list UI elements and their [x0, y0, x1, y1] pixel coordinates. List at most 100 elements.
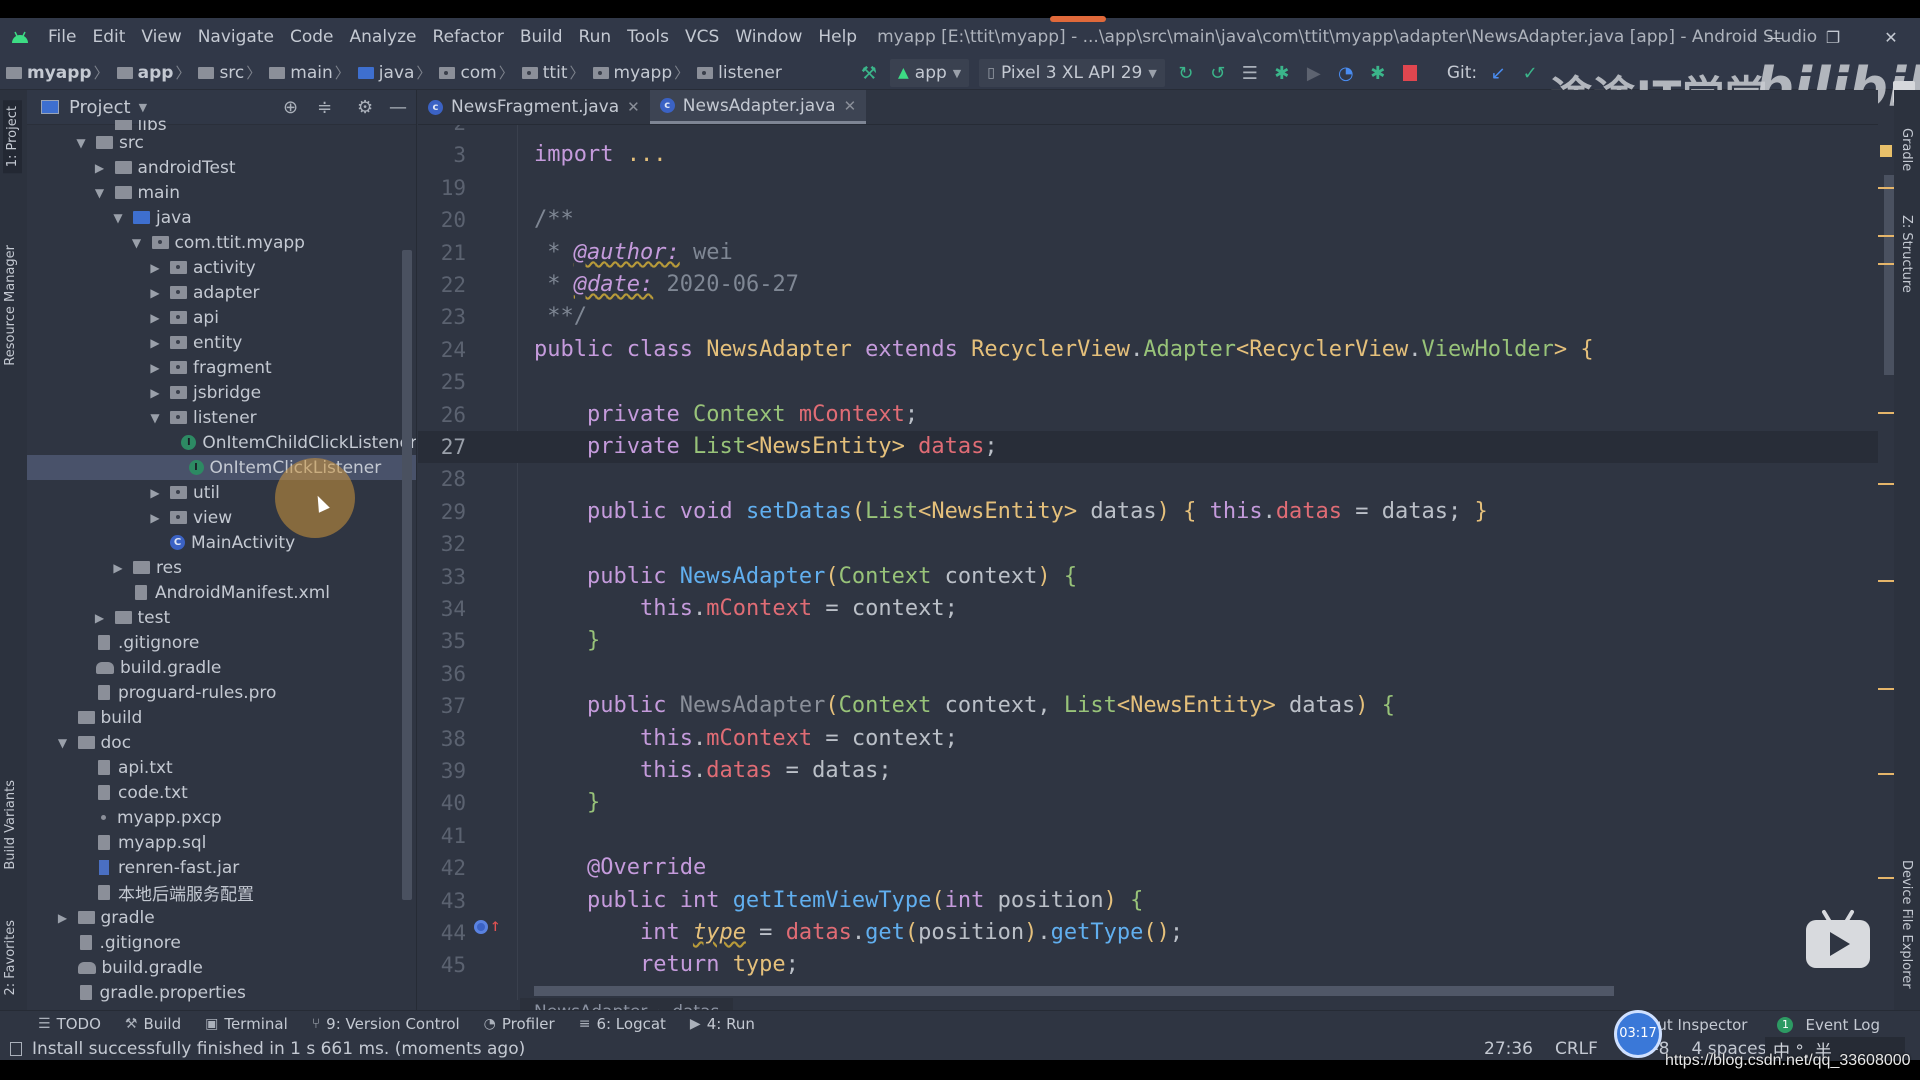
sync-icon[interactable]: ☰ — [1239, 62, 1261, 84]
caret-position[interactable]: 27:36 — [1484, 1039, 1533, 1059]
stripe-marker[interactable] — [1878, 187, 1894, 189]
code-line[interactable]: 29 public void setDatas(List<NewsEntity>… — [418, 496, 1878, 528]
menu-analyze[interactable]: Analyze — [342, 27, 425, 47]
tool-window-button[interactable]: ▣ Terminal — [205, 1015, 288, 1033]
collapse-arrow-icon[interactable]: ▶ — [148, 361, 162, 375]
tool-tab-favorites[interactable]: 2: Favorites — [3, 920, 18, 996]
code-line[interactable]: 44 int type = datas.get(position).getTyp… — [418, 917, 1878, 949]
code-line[interactable]: 2 — [418, 125, 1878, 139]
breadcrumb-item[interactable]: myapp — [0, 63, 92, 83]
editor-tab[interactable]: c NewsFragment.java ✕ — [418, 90, 650, 124]
code-line[interactable]: 21 * @author: wei — [418, 237, 1878, 269]
menu-build[interactable]: Build — [512, 27, 571, 47]
menu-tools[interactable]: Tools — [619, 27, 677, 47]
gear-icon[interactable]: ⚙ — [357, 97, 373, 118]
code-line[interactable]: 20 /** — [418, 204, 1878, 236]
code-line[interactable]: 28 — [418, 463, 1878, 495]
status-message[interactable]: Install successfully finished in 1 s 661… — [10, 1039, 525, 1059]
tree-item[interactable]: ▶ fragment — [27, 355, 416, 380]
hammer-icon[interactable]: ⚒ — [858, 62, 880, 84]
error-stripe[interactable] — [1878, 125, 1894, 1005]
tree-item[interactable]: C MainActivity — [27, 530, 416, 555]
profile-icon[interactable]: ◔ — [1335, 62, 1357, 84]
tree-item[interactable]: ▼ src — [27, 130, 416, 155]
git-update-icon[interactable]: ↙ — [1487, 62, 1509, 84]
stripe-marker[interactable] — [1878, 580, 1894, 582]
collapse-arrow-icon[interactable]: ▶ — [93, 611, 107, 625]
code-line[interactable]: 26 private Context mContext; — [418, 399, 1878, 431]
menu-vcs[interactable]: VCS — [677, 27, 727, 47]
breadcrumb-item[interactable]: src — [192, 63, 244, 83]
code-line[interactable]: 38 this.mContext = context; — [418, 723, 1878, 755]
code-line[interactable]: 39 this.datas = datas; — [418, 755, 1878, 787]
status-toggle-icon[interactable] — [10, 1041, 22, 1056]
stripe-marker[interactable] — [1878, 483, 1894, 485]
tool-tab-resource-manager[interactable]: Resource Manager — [3, 245, 18, 366]
code-line[interactable]: 25 — [418, 366, 1878, 398]
tree-item[interactable]: myapp.sql — [27, 830, 416, 855]
collapse-arrow-icon[interactable]: ▶ — [111, 561, 125, 575]
menu-run[interactable]: Run — [571, 27, 620, 47]
collapse-arrow-icon[interactable]: ▶ — [93, 161, 107, 175]
tree-item[interactable]: libs — [27, 120, 416, 130]
breadcrumb-item[interactable]: com — [433, 63, 497, 83]
locate-icon[interactable]: ⊕ — [283, 97, 298, 118]
stop-icon[interactable] — [1399, 62, 1421, 84]
tree-item[interactable]: build.gradle — [27, 955, 416, 980]
code-line[interactable]: 37 public NewsAdapter(Context context, L… — [418, 690, 1878, 722]
breadcrumb-item[interactable]: ttit — [516, 63, 568, 83]
collapse-arrow-icon[interactable]: ▶ — [148, 261, 162, 275]
code-line[interactable]: 32 — [418, 528, 1878, 560]
menu-view[interactable]: View — [133, 27, 189, 47]
editor-horizontal-scrollbar[interactable] — [534, 986, 1614, 996]
tree-item[interactable]: ▶ util — [27, 480, 416, 505]
debug-icon[interactable]: ✱ — [1271, 62, 1293, 84]
tool-tab-structure[interactable]: Z: Structure — [1899, 215, 1914, 293]
hide-panel-icon[interactable]: — — [389, 97, 407, 118]
expand-arrow-icon[interactable]: ▼ — [93, 186, 107, 200]
menu-help[interactable]: Help — [810, 27, 865, 47]
code-editor[interactable]: 23import ...1920/**21 * @author: wei22 *… — [418, 125, 1878, 1000]
event-log-button[interactable]: 1 Event Log — [1777, 1016, 1880, 1034]
tree-item[interactable]: ▼ listener — [27, 405, 416, 430]
stripe-marker[interactable] — [1878, 877, 1894, 879]
code-line[interactable]: 22 * @date: 2020-06-27 — [418, 269, 1878, 301]
code-line[interactable]: 34 this.mContext = context; — [418, 593, 1878, 625]
code-line[interactable]: 24 public class NewsAdapter extends Recyc… — [418, 334, 1878, 366]
code-line[interactable]: 19 — [418, 172, 1878, 204]
tree-item[interactable]: build — [27, 705, 416, 730]
editor-tab[interactable]: c NewsAdapter.java ✕ — [649, 90, 867, 124]
code-line[interactable]: 35 } — [418, 625, 1878, 657]
tool-window-button[interactable]: ⚒ Build — [125, 1015, 181, 1033]
git-commit-icon[interactable]: ✓ — [1519, 62, 1541, 84]
tree-item[interactable]: api.txt — [27, 755, 416, 780]
tree-item[interactable]: ▶ adapter — [27, 280, 416, 305]
attach-debugger-icon[interactable]: ▶ — [1303, 62, 1325, 84]
override-marker-icon[interactable] — [474, 920, 488, 934]
expand-arrow-icon[interactable]: ▼ — [130, 236, 144, 250]
tree-item[interactable]: AndroidManifest.xml — [27, 580, 416, 605]
tree-item[interactable]: gradle.properties — [27, 980, 416, 1005]
code-line[interactable]: 23 **/ — [418, 301, 1878, 333]
close-tab-icon[interactable]: ✕ — [627, 98, 640, 116]
tool-window-button[interactable]: ◔ Profiler — [484, 1015, 555, 1033]
collapse-arrow-icon[interactable]: ▶ — [148, 286, 162, 300]
code-line[interactable]: 42 @Override — [418, 852, 1878, 884]
warning-indicator-icon[interactable] — [1880, 145, 1892, 157]
tool-window-button[interactable]: ⑂ 9: Version Control — [312, 1015, 460, 1033]
menu-window[interactable]: Window — [727, 27, 810, 47]
tree-item[interactable]: ▶ activity — [27, 255, 416, 280]
menu-navigate[interactable]: Navigate — [190, 27, 282, 47]
collapse-arrow-icon[interactable]: ▶ — [148, 311, 162, 325]
stripe-marker[interactable] — [1878, 688, 1894, 690]
tool-tab-project[interactable]: 1: Project — [3, 100, 22, 174]
device-select[interactable]: ▯ Pixel 3 XL API 29 ▼ — [979, 59, 1165, 87]
breadcrumb-item[interactable]: java — [352, 63, 414, 83]
breadcrumb-item[interactable]: main — [263, 63, 333, 83]
close-button[interactable]: ✕ — [1862, 28, 1920, 47]
tree-item[interactable]: ▼ com.ttit.myapp — [27, 230, 416, 255]
code-line[interactable]: 45 return type; — [418, 949, 1878, 981]
tree-item[interactable]: ▶ entity — [27, 330, 416, 355]
code-line[interactable]: 33 public NewsAdapter(Context context) { — [418, 561, 1878, 593]
tree-item[interactable]: I OnItemChildClickListener — [27, 430, 416, 455]
